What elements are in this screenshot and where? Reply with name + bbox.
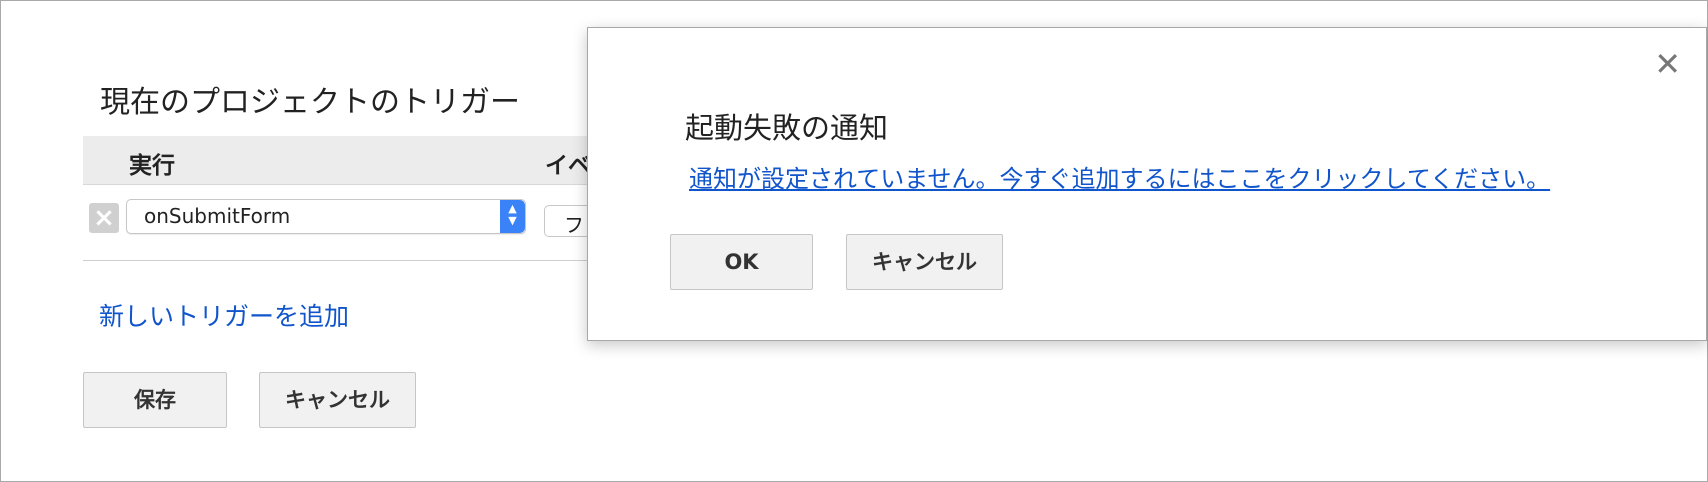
delete-trigger-button[interactable]: × [89,203,119,233]
page-title: 現在のプロジェクトのトリガー [100,85,520,120]
failure-notification-dialog: ✕ 起動失敗の通知 通知が設定されていません。今すぐ追加するにはここをクリックし… [587,27,1707,341]
dialog-title: 起動失敗の通知 [685,111,889,145]
table-row: × onSubmitForm ▲ ▼ フ [83,186,606,261]
save-button[interactable]: 保存 [83,372,227,428]
dialog-cancel-button[interactable]: キャンセル [846,234,1003,290]
app-window: 現在のプロジェクトのトリガー 実行 イベ × onSubmitForm ▲ ▼ フ… [0,0,1708,482]
add-notification-link[interactable]: 通知が設定されていません。今すぐ追加するにはここをクリックしてください。 [689,159,1550,194]
function-select-value: onSubmitForm [144,204,291,228]
ok-button[interactable]: OK [670,234,813,290]
updown-chevron-icon: ▲ ▼ [500,200,525,233]
triggers-table-header: 実行 イベ [83,136,603,185]
close-icon[interactable]: ✕ [1654,48,1681,80]
column-header-run: 実行 [129,153,175,179]
function-select[interactable]: onSubmitForm ▲ ▼ [126,199,526,234]
event-source-value: フ [564,213,584,237]
cancel-button[interactable]: キャンセル [259,372,416,428]
close-icon: × [93,203,115,233]
column-header-event: イベ [545,153,591,179]
add-trigger-link[interactable]: 新しいトリガーを追加 [99,297,349,333]
